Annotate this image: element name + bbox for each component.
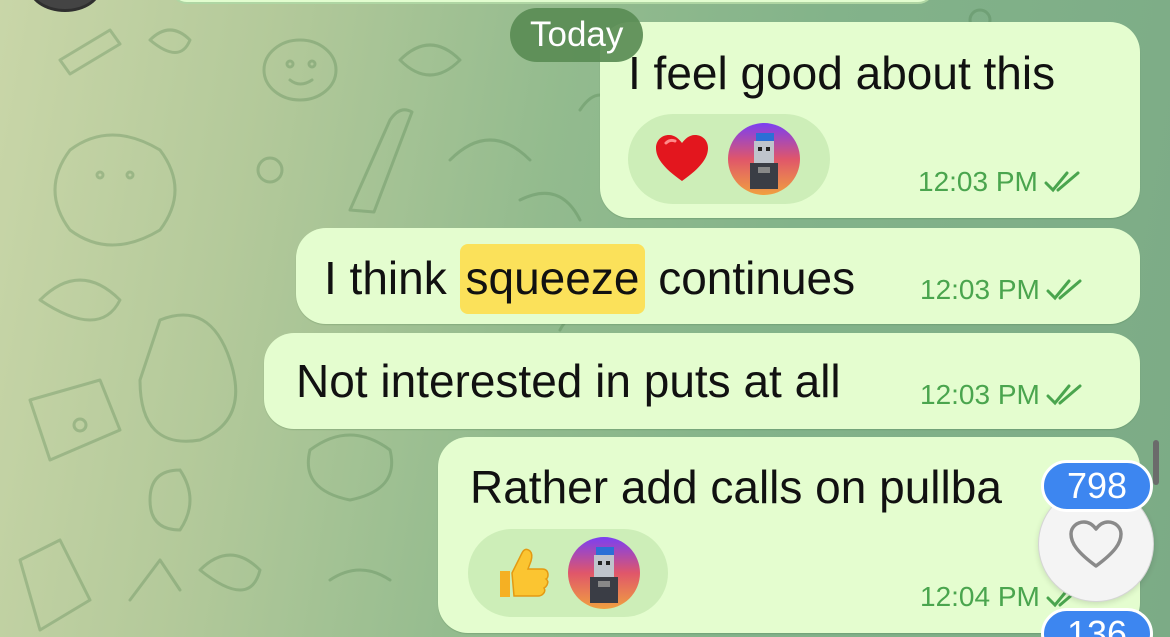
message-bubble[interactable]: Not interested in puts at all 12:03 PM [264,333,1140,429]
unread-count-badge-secondary[interactable]: 136 [1041,608,1153,637]
user-avatar-icon [568,537,640,609]
message-time: 12:04 PM [920,581,1040,612]
scrollbar-thumb[interactable] [1153,440,1159,485]
search-highlight: squeeze [459,244,646,314]
user-avatar-icon [728,123,800,195]
message-text: I feel good about this [628,47,1056,99]
double-check-icon [1046,279,1082,301]
unread-count-badge[interactable]: 798 [1041,460,1153,512]
message-meta: 12:03 PM [920,274,1086,306]
message-time: 12:03 PM [918,166,1038,197]
message-bubble[interactable]: I feel good about this 12:03 PM [600,22,1140,218]
message-bubble[interactable]: I think squeeze continues 12:03 PM [296,228,1140,324]
sender-avatar[interactable] [28,0,102,12]
message-meta: 12:03 PM [918,166,1084,198]
message-time: 12:03 PM [920,274,1040,305]
message-bubble[interactable]: Rather add calls on pullba 12:04 PM [438,437,1140,633]
message-text: Not interested in puts at all [296,355,841,407]
double-check-icon [1044,171,1080,193]
previous-message-bubble [170,0,935,4]
reactions-pill[interactable] [628,114,830,204]
message-meta: 12:03 PM [920,379,1086,411]
date-separator: Today [510,8,644,62]
message-text: I think squeeze continues [324,244,855,314]
red-heart-icon [656,135,708,181]
heart-outline-icon [1069,520,1123,568]
thumbs-up-icon [500,548,549,597]
reactions-pill[interactable] [468,529,668,617]
message-text: Rather add calls on pullba [470,461,1002,513]
double-check-icon [1046,384,1082,406]
message-time: 12:03 PM [920,379,1040,410]
